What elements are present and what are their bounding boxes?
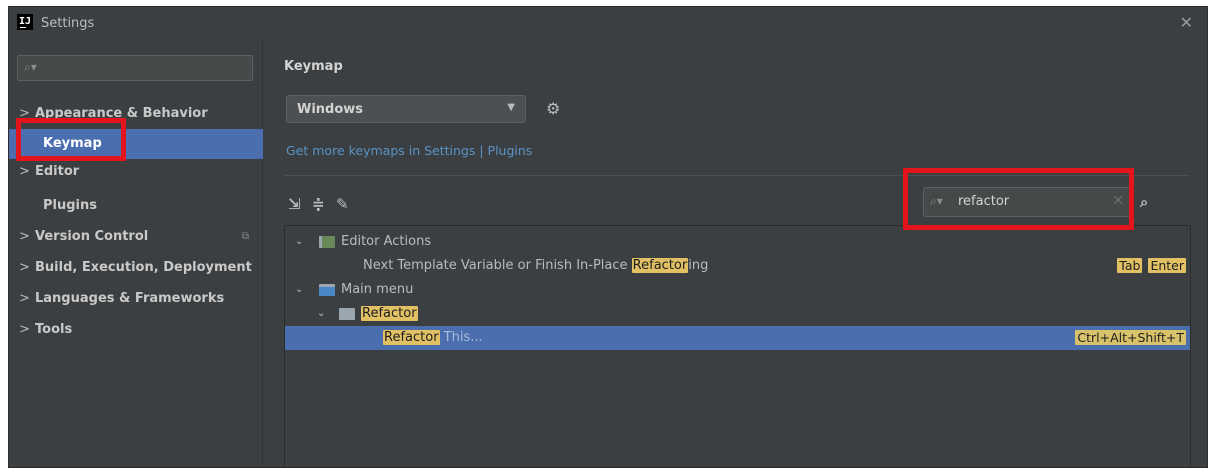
chevron-right-icon: > [19, 106, 30, 121]
shortcut-keys: Ctrl+Alt+Shift+T [1069, 326, 1186, 351]
get-more-keymaps-link[interactable]: Get more keymaps in Settings | Plugins [286, 143, 532, 158]
collapse-all-icon[interactable]: ≑ [312, 195, 325, 213]
sidebar-item-label: Tools [35, 322, 73, 337]
sidebar-search-input[interactable]: ⌕▾ [17, 55, 253, 81]
action-search-input[interactable]: ⌕▾ refactor ✕ [923, 187, 1133, 217]
sidebar-item-tools[interactable]: > Tools [9, 315, 263, 345]
close-icon[interactable]: ✕ [1180, 13, 1193, 32]
sidebar-item-label: Keymap [43, 136, 102, 151]
sidebar-item-label: Build, Execution, Deployment [35, 260, 252, 275]
tree-row-label: Next Template Variable or Finish In-Plac… [363, 254, 708, 278]
chevron-down-icon: ⌄ [317, 308, 326, 319]
sidebar-item-keymap[interactable]: Keymap [9, 129, 263, 159]
keymap-dropdown[interactable]: Windows ▼ [286, 95, 526, 123]
keymap-dropdown-value: Windows [297, 102, 364, 117]
keymap-panel: Keymap Windows ▼ ⚙ Get more keymaps in S… [264, 39, 1207, 467]
page-title: Keymap [284, 59, 343, 74]
folder-icon [339, 308, 355, 320]
tree-row-label: Refactor [361, 302, 418, 326]
search-match-highlight: Refactor [383, 330, 440, 345]
search-icon: ⌕▾ [930, 194, 943, 208]
sidebar-item-label: Appearance & Behavior [35, 106, 208, 121]
chevron-right-icon: > [19, 322, 30, 337]
settings-window: IJ Settings ✕ ⌕▾ > Appearance & Behavior… [8, 6, 1208, 468]
divider [284, 175, 1189, 176]
sidebar-item-label: Languages & Frameworks [35, 291, 225, 306]
sidebar-item-languages-frameworks[interactable]: > Languages & Frameworks [9, 284, 263, 314]
expand-all-icon[interactable]: ⇲ [288, 195, 301, 213]
tree-row-refactor-this[interactable]: Refactor This... Ctrl+Alt+Shift+T [285, 326, 1190, 350]
window-title: Settings [41, 16, 95, 31]
search-match-highlight: Refactor [631, 258, 689, 273]
chevron-right-icon: > [19, 229, 30, 244]
action-search-value: refactor [958, 194, 1010, 209]
sidebar-item-plugins[interactable]: Plugins [9, 191, 263, 221]
shortcut-key: Tab [1117, 258, 1143, 273]
chevron-right-icon: > [19, 260, 30, 275]
settings-sidebar: ⌕▾ > Appearance & Behavior Keymap > Edit… [9, 39, 263, 467]
search-icon: ⌕▾ [24, 60, 37, 74]
shortcut-keys: Tab Enter [1111, 254, 1186, 279]
edit-shortcut-icon[interactable]: ✎ [336, 195, 349, 213]
intellij-logo-icon: IJ [17, 14, 33, 30]
sidebar-item-label: Editor [35, 164, 80, 179]
tree-row-editor-actions[interactable]: ⌄ Editor Actions [285, 230, 1190, 254]
clear-icon[interactable]: ✕ [1112, 193, 1124, 209]
sidebar-item-build-execution-deployment[interactable]: > Build, Execution, Deployment [9, 253, 263, 283]
gear-icon[interactable]: ⚙ [546, 99, 560, 118]
find-by-shortcut-icon[interactable]: ⌕ [1140, 193, 1148, 211]
chevron-down-icon: ⌄ [295, 284, 304, 295]
chevron-down-icon: ⌄ [295, 236, 304, 247]
chevron-right-icon: > [19, 291, 30, 306]
tree-row-next-template-variable[interactable]: Next Template Variable or Finish In-Plac… [285, 254, 1190, 278]
sidebar-item-appearance-behavior[interactable]: > Appearance & Behavior [9, 99, 263, 129]
keymap-action-tree: ⌄ Editor Actions Next Template Variable … [284, 225, 1191, 467]
search-match-highlight: Refactor [361, 306, 418, 321]
label-text: Next Template Variable or Finish In-Plac… [363, 258, 632, 273]
shortcut-key: Ctrl+Alt+Shift+T [1075, 330, 1186, 345]
sidebar-item-label: Plugins [43, 198, 97, 213]
sidebar-item-version-control[interactable]: > Version Control ⧉ [9, 222, 263, 252]
sidebar-item-editor[interactable]: > Editor [9, 159, 263, 185]
title-bar: IJ Settings ✕ [9, 7, 1207, 39]
main-menu-icon [319, 284, 335, 296]
chevron-right-icon: > [19, 164, 30, 179]
label-text: ing [688, 258, 709, 273]
tree-row-main-menu[interactable]: ⌄ Main menu [285, 278, 1190, 302]
tree-row-label: Refactor This... [383, 326, 483, 350]
tree-row-label: Main menu [341, 282, 414, 297]
tree-row-refactor-folder[interactable]: ⌄ Refactor [285, 302, 1190, 326]
tree-row-label: Editor Actions [341, 234, 432, 249]
chevron-down-icon: ▼ [507, 102, 515, 113]
label-text: This... [439, 330, 483, 345]
sidebar-item-label: Version Control [35, 229, 149, 244]
editor-actions-icon [319, 236, 335, 248]
project-level-icon: ⧉ [241, 231, 249, 242]
shortcut-key: Enter [1148, 258, 1186, 273]
